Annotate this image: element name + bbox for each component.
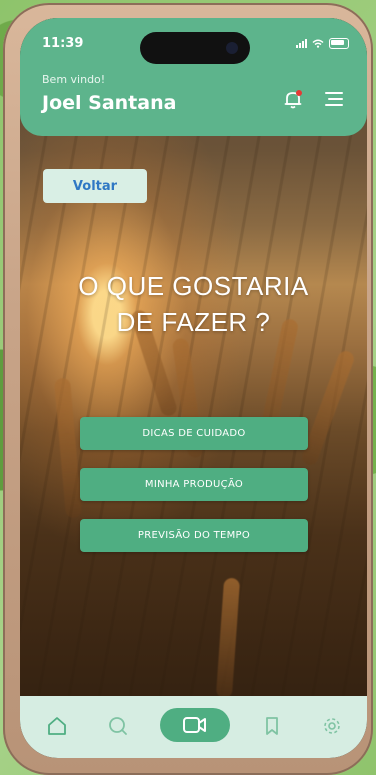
app-screen: 11:39 Bem vindo! Joel Santana Voltar O Q…: [20, 18, 367, 758]
signal-icon: [296, 39, 307, 48]
question-line-2: DE FAZER ?: [116, 307, 271, 337]
page-question: O QUE GOSTARIA DE FAZER ?: [20, 268, 367, 340]
my-production-button[interactable]: MINHA PRODUÇÃO: [80, 468, 308, 501]
weather-forecast-button[interactable]: PREVISÃO DO TEMPO: [80, 519, 308, 552]
user-name: Joel Santana: [42, 92, 177, 114]
dynamic-island: [140, 32, 250, 64]
bookmark-icon[interactable]: [260, 714, 284, 738]
app-header: 11:39 Bem vindo! Joel Santana: [20, 18, 367, 136]
battery-icon: [329, 38, 349, 49]
notification-bell-icon[interactable]: [282, 88, 304, 110]
video-camera-tab[interactable]: [160, 708, 230, 742]
back-button[interactable]: Voltar: [43, 169, 147, 203]
settings-icon[interactable]: [320, 714, 344, 738]
status-icons: [296, 38, 349, 49]
question-line-1: O QUE GOSTARIA: [78, 271, 309, 301]
hamburger-menu-icon[interactable]: [323, 88, 345, 110]
greeting-text: Bem vindo!: [42, 73, 106, 86]
camera-icon: [226, 42, 238, 54]
wifi-icon: [312, 39, 324, 48]
care-tips-button[interactable]: DICAS DE CUIDADO: [80, 417, 308, 450]
video-camera-icon: [183, 717, 206, 733]
notification-dot: [296, 90, 302, 96]
search-icon[interactable]: [106, 714, 130, 738]
home-icon[interactable]: [45, 714, 69, 738]
bottom-tab-bar: [20, 696, 367, 758]
status-time: 11:39: [42, 36, 84, 51]
